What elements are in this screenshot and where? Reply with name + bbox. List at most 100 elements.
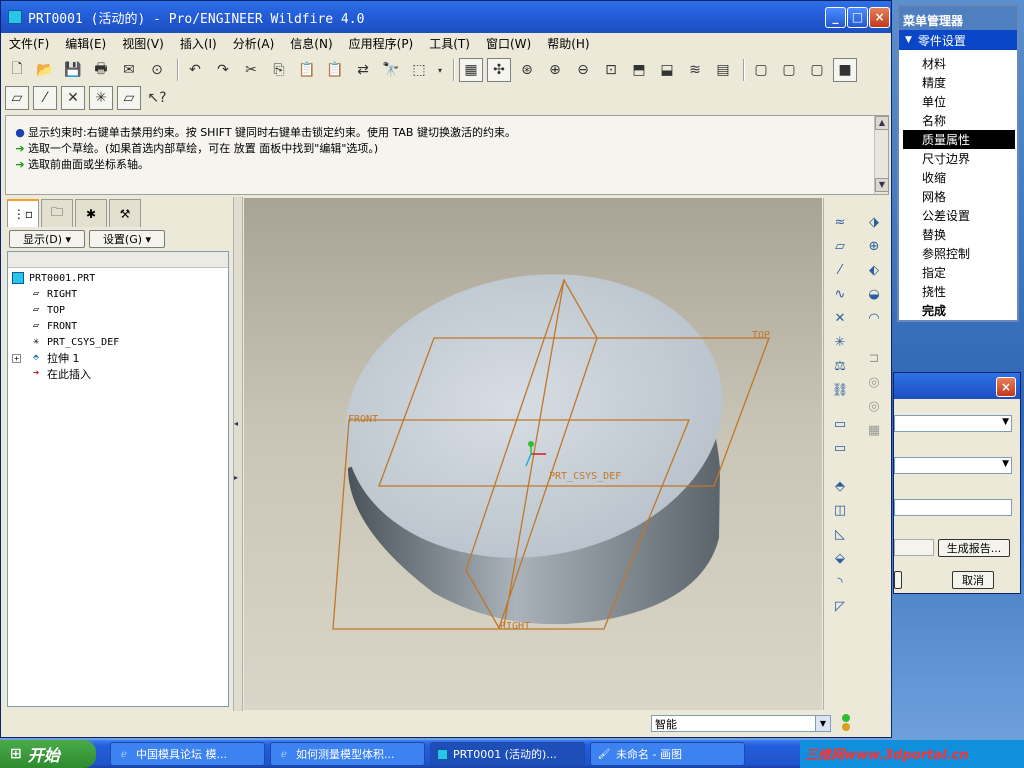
tree-node-top[interactable]: ▱ TOP [12,302,222,318]
zoom-out-icon[interactable]: ⊖ [571,58,595,82]
mm-item-shrinkage[interactable]: 收缩 [903,168,1015,187]
redo-icon[interactable]: ↷ [211,58,235,82]
model-tree-tab[interactable]: ⋮▫ [7,199,39,227]
trim-tool-icon[interactable]: ⊐ [862,346,886,370]
csys-tool-icon[interactable]: ✳ [828,330,852,354]
cut-icon[interactable]: ✂ [239,58,263,82]
tree-node-front[interactable]: ▱ FRONT [12,318,222,334]
minimize-button[interactable]: _ [825,7,846,28]
datum-curve-tool-icon[interactable]: ∿ [828,282,852,306]
paste-special-icon[interactable]: 📋 [323,58,347,82]
send-icon[interactable]: ⊙ [145,58,169,82]
select-dropdown-icon[interactable]: ▾ [435,58,445,82]
mm-item-name[interactable]: 名称 [903,111,1015,130]
task-ie-forum[interactable]: ℯ 中国模具论坛 模... [110,742,265,766]
menu-file[interactable]: 文件(F) [1,35,57,52]
message-scrollbar[interactable]: ▲ ▼ [874,116,889,194]
selection-filter[interactable]: 智能 ▼ [651,715,831,732]
datum-plane-tool-icon[interactable]: ▱ [828,234,852,258]
dialog-field[interactable] [894,499,1012,516]
datum-point-tool-icon[interactable]: ✕ [828,306,852,330]
tree-node-part[interactable]: PRT0001.PRT [12,270,222,286]
sketch-tool-icon[interactable]: ▭ [828,412,852,436]
panel-splitter[interactable]: ◂ ▸ [233,197,243,711]
new-icon[interactable]: 🗋 [5,58,29,82]
print-icon[interactable]: 🖶 [89,58,113,82]
dialog-close-button[interactable]: × [996,377,1016,397]
graphics-window[interactable]: TOP FRONT RIGHT PRT_CSYS_DEF [244,198,822,710]
dialog-ok-button[interactable] [894,571,902,589]
tree-node-csys[interactable]: ✳ PRT_CSYS_DEF [12,334,222,350]
surface-tool-icon[interactable]: ◒ [862,282,886,306]
title-bar[interactable]: PRT0001 (活动的) - Pro/ENGINEER Wildfire 4.… [1,1,891,33]
find-icon[interactable]: 🔭 [379,58,403,82]
start-button[interactable]: ⊞ 开始 [0,740,96,768]
menu-manager-submenu[interactable]: ▼ 零件设置 [899,30,1017,50]
layers-icon[interactable]: ≋ [683,58,707,82]
menu-info[interactable]: 信息(N) [282,35,340,52]
axis-display-icon[interactable]: ⁄ [33,86,57,110]
no-hidden-icon[interactable]: ▢ [805,58,829,82]
point-display-icon[interactable]: ✕ [61,86,85,110]
copy-icon[interactable]: ⎘ [267,58,291,82]
menu-help[interactable]: 帮助(H) [539,35,597,52]
task-paint[interactable]: 🖌 未命名 - 画图 [590,742,745,766]
mm-item-mass-props[interactable]: 质量属性 [903,130,1015,149]
collapse-left-icon[interactable]: ◂ [234,419,238,428]
shading-icon[interactable]: ■ [833,58,857,82]
dialog-select-2[interactable]: ▼ [894,457,1012,474]
mm-item-designate[interactable]: 指定 [903,263,1015,282]
mm-item-material[interactable]: 材料 [903,54,1015,73]
offset-tool-icon[interactable]: ◎ [862,370,886,394]
task-proe[interactable]: PRT0001 (活动的)... [430,742,585,766]
task-ie-measure[interactable]: ℯ 如何测量模型体积... [270,742,425,766]
tree-node-extrude[interactable]: + ⬘ 拉伸 1 [12,350,222,366]
favorites-tab[interactable]: ✱ [75,199,107,227]
scroll-up-icon[interactable]: ▲ [875,116,889,130]
display-dropdown[interactable]: 显示(D) ▾ [9,230,85,248]
menu-tools[interactable]: 工具(T) [421,35,478,52]
boundary-tool-icon[interactable]: ◠ [862,306,886,330]
sweep-tool-icon[interactable]: ◺ [828,522,852,546]
tree-node-right[interactable]: ▱ RIGHT [12,286,222,302]
regenerate-icon[interactable]: ⇄ [351,58,375,82]
blend-tool-icon[interactable]: ⬙ [828,546,852,570]
sketch-tool-2-icon[interactable]: ▭ [828,436,852,460]
mm-item-ref-control[interactable]: 参照控制 [903,244,1015,263]
mm-item-dim-bound[interactable]: 尺寸边界 [903,149,1015,168]
scroll-down-icon[interactable]: ▼ [875,178,889,192]
mm-item-done[interactable]: 完成 [903,301,1015,320]
model-view[interactable]: TOP FRONT RIGHT PRT_CSYS_DEF [244,198,822,710]
mirror-tool-icon[interactable]: ⬗ [862,210,886,234]
reorient-icon[interactable]: ⬒ [627,58,651,82]
chamfer-tool-icon[interactable]: ◸ [828,594,852,618]
menu-insert[interactable]: 插入(I) [172,35,225,52]
folder-browser-tab[interactable]: 🗀 [41,199,73,227]
annotation-display-icon[interactable]: ▱ [117,86,141,110]
menu-edit[interactable]: 编辑(E) [57,35,114,52]
refit-icon[interactable]: ⊡ [599,58,623,82]
pattern-tool-icon[interactable]: ⬖ [862,258,886,282]
mm-item-replace[interactable]: 替换 [903,225,1015,244]
open-icon[interactable]: 📂 [33,58,57,82]
saved-views-icon[interactable]: ⬓ [655,58,679,82]
generate-report-button[interactable]: 生成报告... [938,539,1010,557]
tree-node-insert-here[interactable]: ➜ 在此插入 [12,366,222,382]
chevron-down-icon[interactable]: ▼ [815,716,830,731]
extrude-tool-icon[interactable]: ⬘ [828,474,852,498]
cancel-button[interactable]: 取消 [952,571,994,589]
dialog-field-2[interactable] [894,539,934,556]
dialog-select-1[interactable]: ▼ [894,415,1012,432]
expand-icon[interactable]: + [12,353,21,363]
analysis-tool-icon[interactable]: ⚖ [828,354,852,378]
save-icon[interactable]: 💾 [61,58,85,82]
select-box-icon[interactable]: ⬚ [407,58,431,82]
spin-center-icon[interactable]: ✣ [487,58,511,82]
settings-dropdown[interactable]: 设置(G) ▾ [89,230,165,248]
undo-icon[interactable]: ↶ [183,58,207,82]
wireframe-icon[interactable]: ▢ [749,58,773,82]
revolve-tool-icon[interactable]: ◫ [828,498,852,522]
zoom-in-icon[interactable]: ⊕ [543,58,567,82]
mm-item-mesh[interactable]: 网格 [903,187,1015,206]
axis-tool-icon[interactable]: ⊕ [862,234,886,258]
